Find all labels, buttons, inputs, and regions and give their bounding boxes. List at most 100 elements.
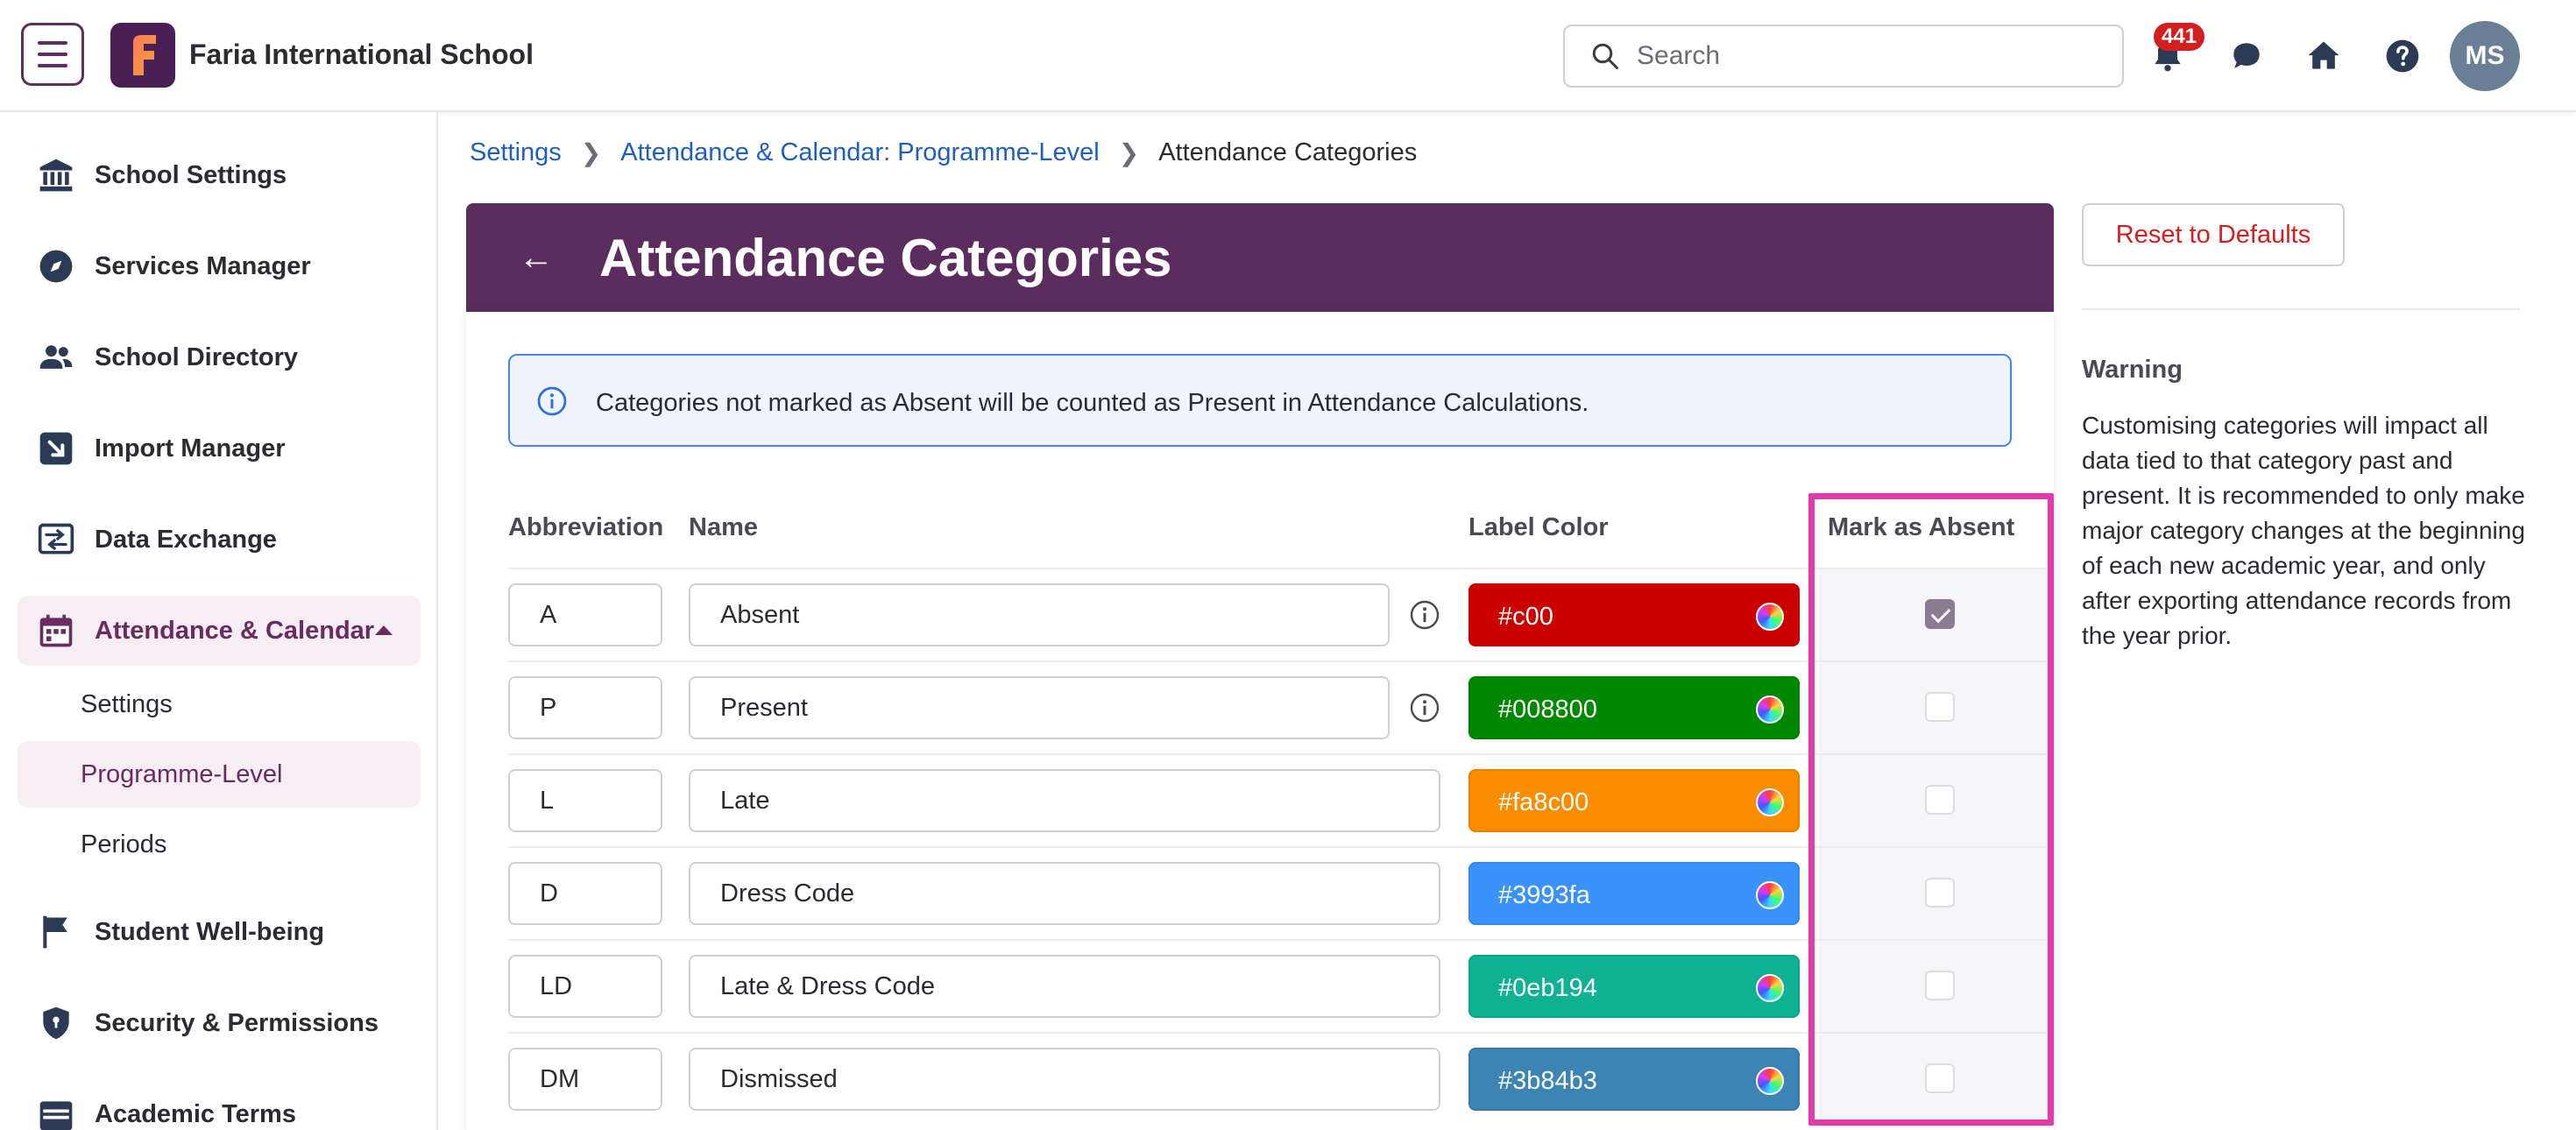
mark-absent-checkbox[interactable] [1925, 1063, 1955, 1093]
back-arrow-icon[interactable]: ← [519, 238, 554, 278]
abbreviation-input[interactable] [508, 862, 662, 925]
color-value: #3b84b3 [1498, 1067, 1597, 1095]
school-logo[interactable] [110, 23, 175, 88]
import-icon [39, 432, 73, 465]
breadcrumb-link-programme-level[interactable]: Attendance & Calendar: Programme-Level [620, 138, 1099, 167]
color-value: #c00 [1498, 603, 1553, 631]
categories-card: Categories not marked as Absent will be … [466, 312, 2054, 1130]
name-input[interactable] [689, 583, 1390, 646]
name-input[interactable] [689, 769, 1440, 832]
name-input[interactable] [689, 1048, 1440, 1111]
sidebar-subitem-label: Periods [81, 830, 167, 858]
mark-absent-checkbox[interactable] [1925, 692, 1955, 722]
sidebar-item-label: Academic Terms [95, 1099, 296, 1128]
table-row: #0eb194 [508, 939, 2054, 1032]
sidebar-item-label: School Settings [95, 160, 287, 189]
sidebar-subitem-label: Settings [81, 690, 173, 718]
color-wheel-icon [1756, 974, 1784, 1002]
sidebar-subitem-label: Programme-Level [81, 760, 283, 788]
hamburger-menu-button[interactable] [21, 23, 84, 86]
mark-absent-cell [1819, 569, 2054, 660]
table-row: #c00 [508, 568, 2054, 660]
search-icon [1592, 43, 1618, 69]
name-input[interactable] [689, 955, 1440, 1018]
sidebar-item-label: Security & Permissions [95, 1008, 379, 1037]
color-wheel-icon [1756, 1067, 1784, 1095]
color-wheel-icon [1756, 881, 1784, 909]
sidebar-subitem-programme-level[interactable]: Programme-Level [18, 741, 421, 808]
table-row: #3993fa [508, 846, 2054, 939]
label-color-picker[interactable]: #c00 [1468, 583, 1800, 646]
sidebar-item-student-well-being[interactable]: Student Well-being [18, 897, 421, 967]
warning-title: Warning [2082, 356, 2183, 384]
page-title: Attendance Categories [599, 229, 1172, 287]
sidebar-item-label: Student Well-being [95, 917, 325, 946]
abbreviation-input[interactable] [508, 1048, 662, 1111]
mark-absent-checkbox[interactable] [1925, 785, 1955, 815]
help-icon[interactable] [2383, 37, 2422, 75]
label-color-picker[interactable]: #fa8c00 [1468, 769, 1800, 832]
color-value: #008800 [1498, 696, 1597, 724]
sidebar-item-school-settings[interactable]: School Settings [18, 140, 421, 210]
faria-logo-icon [133, 35, 156, 75]
label-color-picker[interactable]: #3993fa [1468, 862, 1800, 925]
name-input[interactable] [689, 862, 1440, 925]
user-avatar[interactable]: MS [2450, 21, 2520, 91]
people-icon [39, 345, 73, 369]
shield-icon [43, 1006, 69, 1040]
label-color-picker[interactable]: #0eb194 [1468, 955, 1800, 1018]
color-wheel-icon [1756, 696, 1784, 724]
menu-line [38, 64, 67, 67]
breadcrumb: Settings ❯ Attendance & Calendar: Progra… [470, 138, 1417, 167]
breadcrumb-link-settings[interactable]: Settings [470, 138, 562, 167]
mark-absent-checkbox[interactable] [1925, 878, 1955, 908]
abbreviation-input[interactable] [508, 583, 662, 646]
name-input[interactable] [689, 676, 1390, 739]
info-icon[interactable] [1409, 599, 1440, 631]
sidebar-item-label: Import Manager [95, 434, 286, 463]
divider [2082, 308, 2520, 310]
color-wheel-icon [1756, 788, 1784, 816]
search-input[interactable] [1637, 41, 2110, 71]
page-header: ← Attendance Categories [466, 203, 2054, 312]
sidebar-subitem-periods[interactable]: Periods [18, 811, 421, 878]
sidebar-item-import-manager[interactable]: Import Manager [18, 413, 421, 484]
menu-line [38, 53, 67, 56]
sidebar-item-school-directory[interactable]: School Directory [18, 322, 421, 392]
color-value: #0eb194 [1498, 974, 1597, 1002]
sidebar-item-data-exchange[interactable]: Data Exchange [18, 505, 421, 575]
mark-absent-cell [1819, 848, 2054, 939]
mark-absent-checkbox[interactable] [1925, 971, 1955, 1000]
flag-icon [43, 915, 67, 949]
info-icon [537, 386, 567, 416]
bank-icon [39, 159, 73, 192]
abbreviation-input[interactable] [508, 955, 662, 1018]
abbreviation-input[interactable] [508, 769, 662, 832]
sidebar-item-security-permissions[interactable]: Security & Permissions [18, 988, 421, 1058]
color-value: #3993fa [1498, 881, 1590, 909]
mark-absent-cell [1819, 755, 2054, 846]
mark-absent-checkbox[interactable] [1925, 599, 1955, 629]
sidebar-item-attendance-calendar[interactable]: Attendance & Calendar [18, 596, 421, 666]
home-icon[interactable] [2304, 37, 2343, 75]
sidebar-item-label: Services Manager [95, 251, 311, 280]
label-color-picker[interactable]: #008800 [1468, 676, 1800, 739]
search-box[interactable] [1563, 25, 2124, 88]
column-header-name: Name [689, 513, 758, 541]
info-icon[interactable] [1409, 692, 1440, 724]
sidebar-item-academic-terms[interactable]: Academic Terms [18, 1079, 421, 1130]
abbreviation-input[interactable] [508, 676, 662, 739]
table-row: #008800 [508, 660, 2054, 753]
compass-icon [39, 250, 73, 283]
label-color-picker[interactable]: #3b84b3 [1468, 1048, 1800, 1111]
column-header-abbreviation: Abbreviation [508, 513, 664, 541]
sidebar: School Settings Services Manager School … [0, 112, 438, 1130]
reset-to-defaults-button[interactable]: Reset to Defaults [2082, 203, 2345, 266]
top-bar: Faria International School 441 MS [0, 0, 2576, 112]
sidebar-item-services-manager[interactable]: Services Manager [18, 231, 421, 301]
sidebar-subitem-settings[interactable]: Settings [18, 671, 421, 738]
column-header-mark-absent: Mark as Absent [1828, 513, 2015, 541]
school-name: Faria International School [189, 39, 534, 70]
chat-icon[interactable] [2227, 37, 2266, 75]
column-header-label-color: Label Color [1468, 513, 1609, 541]
